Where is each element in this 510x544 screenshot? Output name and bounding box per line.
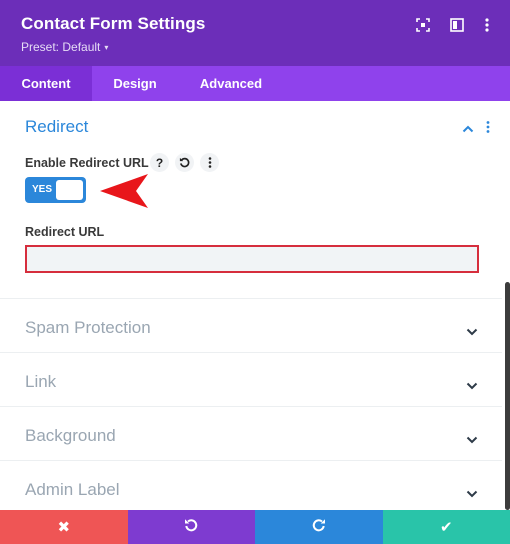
close-icon: ✖ [57, 519, 71, 536]
help-icon[interactable]: ? [150, 153, 169, 172]
red-arrow-annotation [100, 174, 148, 208]
settings-header: Contact Form Settings Preset: Default ▾ [0, 0, 510, 66]
redo-icon [312, 518, 326, 536]
save-button[interactable]: ✔ [382, 510, 510, 544]
undo-button[interactable] [127, 510, 255, 544]
tab-content[interactable]: Content [0, 66, 92, 101]
chevron-down-icon [466, 377, 478, 395]
enable-redirect-toggle[interactable]: YES [25, 177, 86, 203]
field-option-icons: ? [150, 153, 219, 172]
caret-down-icon: ▾ [104, 42, 109, 52]
section-link[interactable]: Link [0, 352, 502, 407]
undo-icon [184, 518, 198, 536]
section-background[interactable]: Background [0, 406, 502, 461]
tab-bar: Content Design Advanced [0, 66, 510, 101]
modal-title: Contact Form Settings [21, 14, 206, 33]
tab-advanced[interactable]: Advanced [178, 66, 284, 101]
toggle-state-text: YES [32, 184, 53, 195]
section-label: Admin Label [25, 480, 120, 499]
more-vertical-icon[interactable] [486, 120, 490, 138]
enable-redirect-label: Enable Redirect URL [25, 156, 149, 170]
more-vertical-icon[interactable] [478, 16, 496, 34]
chevron-down-icon [466, 431, 478, 449]
tab-design[interactable]: Design [92, 66, 178, 101]
section-spam-protection[interactable]: Spam Protection [0, 298, 502, 353]
redo-button[interactable] [255, 510, 383, 544]
section-label: Link [25, 372, 57, 391]
section-controls [462, 120, 490, 138]
split-view-icon[interactable] [448, 16, 466, 34]
section-label: Background [25, 426, 116, 445]
chevron-down-icon [466, 485, 478, 503]
chevron-down-icon [466, 323, 478, 341]
focus-icon[interactable] [414, 16, 432, 34]
reset-icon[interactable] [175, 153, 194, 172]
section-label: Spam Protection [25, 318, 151, 337]
cancel-button[interactable]: ✖ [0, 510, 128, 544]
more-vertical-icon[interactable] [200, 153, 219, 172]
section-title-redirect[interactable]: Redirect [25, 117, 88, 137]
help-glyph: ? [155, 155, 164, 170]
scrollbar[interactable] [505, 282, 510, 510]
action-bar: ✖ ✔ [0, 510, 510, 544]
checkmark-icon: ✔ [439, 519, 453, 536]
section-admin-label[interactable]: Admin Label [0, 460, 502, 515]
preset-selector[interactable]: Preset: Default ▾ [21, 40, 108, 54]
toggle-knob [56, 180, 83, 200]
chevron-up-icon[interactable] [462, 120, 474, 138]
redirect-url-input[interactable] [25, 245, 479, 273]
preset-label: Preset: Default [21, 40, 101, 54]
redirect-url-label: Redirect URL [25, 225, 105, 239]
